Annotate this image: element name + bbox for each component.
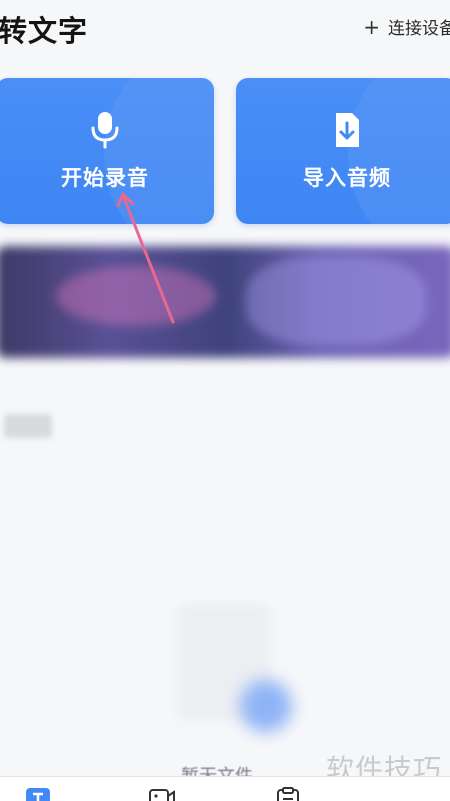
header: 转文字 + 连接设备	[0, 0, 450, 56]
import-audio-label: 导入音频	[303, 166, 391, 190]
connect-device-button[interactable]: + 连接设备	[363, 14, 450, 40]
text-icon[interactable]	[25, 787, 51, 801]
bottom-tab-bar	[0, 776, 450, 801]
promo-banner[interactable]	[0, 246, 450, 358]
section-heading-placeholder	[4, 414, 52, 438]
notes-icon[interactable]	[275, 787, 301, 801]
banner-glow	[56, 266, 216, 326]
video-icon[interactable]	[149, 787, 175, 801]
start-recording-label: 开始录音	[61, 166, 149, 190]
empty-state-badge	[240, 680, 292, 732]
banner-glow	[246, 256, 426, 346]
import-audio-button[interactable]: 导入音频	[236, 78, 450, 224]
start-recording-button[interactable]: 开始录音	[0, 78, 214, 224]
connect-device-label: 连接设备	[388, 19, 450, 39]
page-title: 转文字	[0, 14, 89, 48]
file-download-icon	[336, 113, 359, 147]
microphone-icon	[91, 112, 119, 149]
plus-icon: +	[363, 14, 380, 39]
